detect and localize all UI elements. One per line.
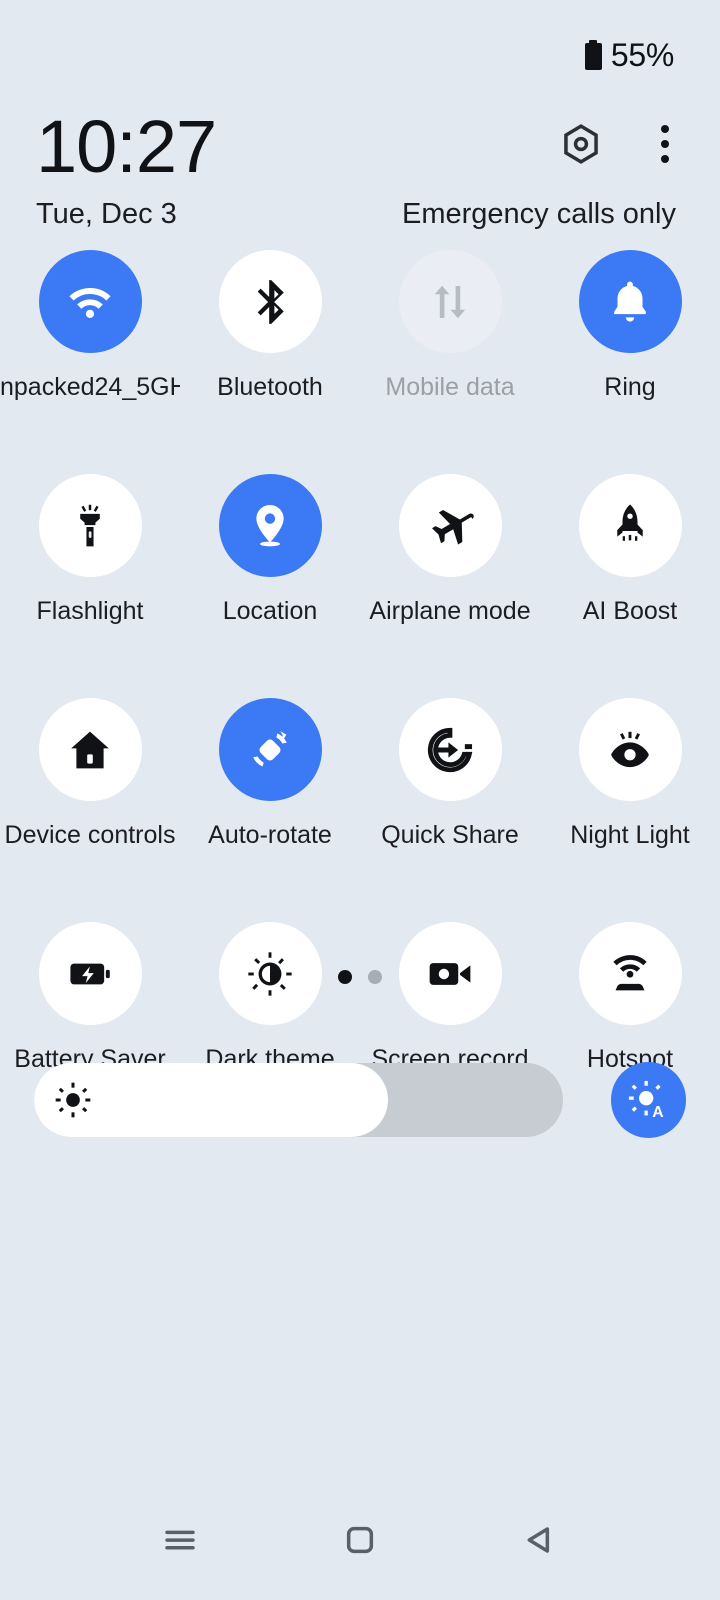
location-pin-icon [256, 504, 284, 546]
tile-device-controls[interactable]: Device controls [0, 698, 180, 850]
hex-settings-icon [564, 124, 598, 164]
eye-icon [611, 731, 649, 767]
tile-label: Bluetooth [217, 373, 323, 401]
battery-icon [584, 40, 602, 70]
home-square-icon [346, 1526, 374, 1554]
tile-auto-rotate[interactable]: Auto-rotate [180, 698, 360, 850]
tile-label: Flashlight [36, 597, 144, 625]
status-bar-right: 55% [584, 37, 674, 73]
home-icon [71, 731, 109, 768]
recents-menu-icon [165, 1530, 195, 1550]
tile-airplane-mode[interactable]: Airplane mode [360, 474, 540, 626]
tile-night-light[interactable]: Night Light [540, 698, 720, 850]
airplane-icon [432, 509, 474, 545]
tile-wifi[interactable]: npacked24_5GH [0, 250, 180, 402]
tile-bluetooth[interactable]: Bluetooth [180, 250, 360, 402]
auto-brightness-button[interactable]: A [610, 1062, 686, 1138]
tile-icon-wrap [398, 250, 502, 353]
tile-quick-share[interactable]: Quick Share [360, 698, 540, 850]
auto-brightness-letter: A [652, 1104, 663, 1121]
quick-settings-tiles: npacked24_5GH Bluetooth Mobile data Ring… [0, 250, 720, 1074]
tile-icon-wrap [218, 698, 322, 801]
tile-ring[interactable]: Ring [540, 250, 720, 402]
tile-label: Quick Share [381, 821, 519, 849]
tile-hotspot[interactable]: Hotspot [540, 922, 720, 1074]
clock-time[interactable]: 10:27 [36, 105, 217, 189]
tile-icon-wrap [218, 250, 322, 353]
tile-battery-saver[interactable]: Battery Saver [0, 922, 180, 1074]
page-indicator [0, 970, 720, 984]
tile-flashlight[interactable]: Flashlight [0, 474, 180, 626]
tile-icon-wrap [218, 474, 322, 577]
mobile-data-icon [434, 285, 466, 318]
tile-label: Auto-rotate [208, 821, 332, 849]
tile-icon-wrap [38, 474, 142, 577]
back-button[interactable] [498, 1498, 582, 1582]
tile-ai-boost[interactable]: AI Boost [540, 474, 720, 626]
tile-screen-record[interactable]: Screen record [360, 922, 540, 1074]
tile-mobile-data[interactable]: Mobile data [360, 250, 540, 402]
header-actions [560, 123, 680, 165]
tile-icon-wrap [578, 474, 682, 577]
brightness-sun-icon [55, 1082, 91, 1118]
bell-icon [614, 281, 646, 322]
wifi-icon [69, 287, 111, 318]
page-dot-2[interactable] [368, 970, 382, 984]
flashlight-icon [80, 504, 100, 546]
quick-settings-panel: 55% 10:27 Tue, Dec 3 Emergency calls onl… [0, 0, 720, 1600]
auto-rotate-icon [253, 730, 287, 767]
tile-dark-theme[interactable]: Dark theme [180, 922, 360, 1074]
recents-button[interactable] [138, 1498, 222, 1582]
tile-icon-wrap [578, 698, 682, 801]
tile-label: npacked24_5GH [0, 373, 180, 401]
tile-label: Ring [604, 373, 656, 401]
status-bar: 55% [0, 0, 720, 110]
tile-label: Night Light [570, 821, 690, 849]
tile-label: AI Boost [582, 597, 678, 625]
bluetooth-icon [257, 279, 284, 324]
settings-icon[interactable] [560, 123, 602, 165]
tile-icon-wrap [578, 250, 682, 353]
carrier-status-label: Emergency calls only [402, 198, 676, 230]
tile-label: Device controls [4, 821, 176, 849]
home-button[interactable] [318, 1498, 402, 1582]
auto-brightness-icon: A [629, 1080, 664, 1121]
tile-label: Airplane mode [369, 597, 531, 625]
panel-header: 10:27 Tue, Dec 3 Emergency calls only [0, 105, 720, 240]
tile-location[interactable]: Location [180, 474, 360, 626]
tile-icon-wrap [398, 474, 502, 577]
tile-icon-wrap [38, 250, 142, 353]
navigation-bar [0, 1480, 720, 1600]
clock-date: Tue, Dec 3 [36, 198, 177, 230]
brightness-slider[interactable] [34, 1063, 563, 1137]
page-dot-1[interactable] [338, 970, 352, 984]
tile-icon-wrap [38, 698, 142, 801]
rocket-icon [617, 504, 643, 541]
quick-share-icon [427, 727, 473, 772]
tile-label: Mobile data [385, 373, 515, 401]
tile-label: Location [222, 597, 318, 625]
tile-icon-wrap [398, 698, 502, 801]
battery-percent-label: 55% [610, 37, 674, 73]
brightness-row: A [34, 1062, 686, 1138]
overflow-menu-icon[interactable] [650, 123, 680, 165]
back-triangle-icon [527, 1527, 550, 1553]
